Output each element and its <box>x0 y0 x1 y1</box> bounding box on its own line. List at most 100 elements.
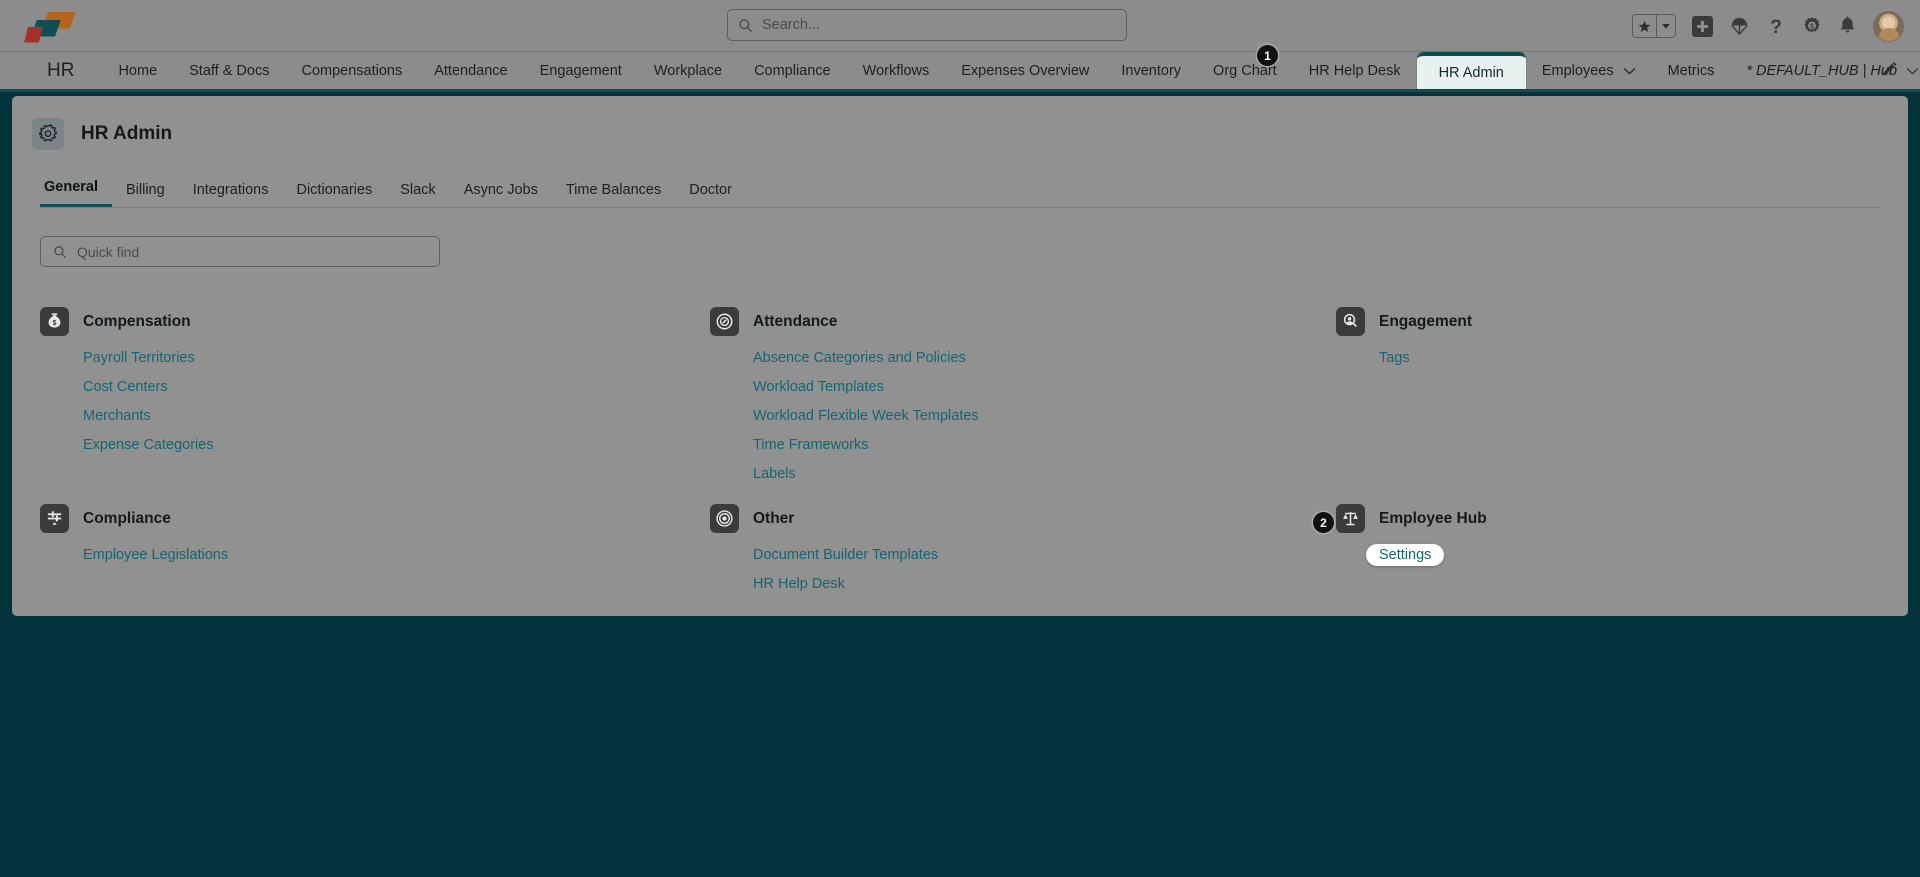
link-workload-templates[interactable]: Workload Templates <box>753 379 884 395</box>
search-icon <box>738 18 753 33</box>
group-header: $ Compensation <box>40 307 710 336</box>
step-badge-2: 2 <box>1313 512 1334 533</box>
tab-time-balances[interactable]: Time Balances <box>552 182 675 207</box>
group-links: Document Builder Templates HR Help Desk <box>753 547 1336 592</box>
link-settings[interactable]: Settings <box>1366 544 1444 566</box>
avatar[interactable] <box>1873 11 1904 42</box>
chevron-down-icon[interactable] <box>1906 67 1919 75</box>
quick-find-input[interactable]: Quick find <box>40 236 440 267</box>
link-hr-help-desk[interactable]: HR Help Desk <box>753 576 845 592</box>
search-person-icon <box>1336 307 1365 336</box>
step-badge-1: 1 <box>1257 45 1278 66</box>
group-attendance: Attendance Absence Categories and Polici… <box>710 293 1336 482</box>
nav-item-org-chart[interactable]: Org Chart <box>1197 52 1293 89</box>
link-payroll-territories[interactable]: Payroll Territories <box>83 350 195 366</box>
page-title: HR Admin <box>81 123 172 145</box>
money-bag-icon: $ <box>40 307 69 336</box>
gear-icon <box>32 118 64 150</box>
group-header: Engagement <box>1336 307 1880 336</box>
group-compliance: Compliance Employee Legislations <box>40 490 710 592</box>
svg-text:$: $ <box>53 319 57 327</box>
tab-dictionaries[interactable]: Dictionaries <box>282 182 386 207</box>
parachute-icon[interactable] <box>1729 16 1750 37</box>
group-links: Absence Categories and Policies Workload… <box>753 350 1336 482</box>
group-engagement: Engagement Tags <box>1336 293 1880 482</box>
link-cost-centers[interactable]: Cost Centers <box>83 379 168 395</box>
tab-slack[interactable]: Slack <box>386 182 449 207</box>
star-icon[interactable] <box>1633 15 1657 37</box>
app-root: Search... ? <box>0 0 1920 877</box>
group-employee-hub: Employee Hub Settings <box>1336 490 1880 592</box>
disc-icon <box>710 504 739 533</box>
nav-item-employees[interactable]: Employees <box>1526 52 1652 89</box>
tab-general[interactable]: General <box>40 179 112 207</box>
group-title: Attendance <box>753 313 837 331</box>
group-title: Employee Hub <box>1379 510 1487 528</box>
nav-item-engagement[interactable]: Engagement <box>524 52 638 89</box>
app-logo[interactable] <box>22 9 76 43</box>
link-absence-categories-and-policies[interactable]: Absence Categories and Policies <box>753 350 966 366</box>
scales-icon <box>1336 504 1365 533</box>
search-icon <box>53 245 67 259</box>
global-search[interactable]: Search... <box>727 9 1127 41</box>
group-links: Tags <box>1379 350 1880 366</box>
group-compensation: $ Compensation Payroll Territories Cost … <box>40 293 710 482</box>
group-header: Other <box>710 504 1336 533</box>
group-header: Compliance <box>40 504 710 533</box>
pencil-icon[interactable] <box>1881 62 1898 79</box>
link-labels[interactable]: Labels <box>753 466 796 482</box>
link-time-frameworks[interactable]: Time Frameworks <box>753 437 868 453</box>
top-bar: Search... ? <box>0 0 1920 52</box>
group-header: Employee Hub <box>1336 504 1880 533</box>
plus-icon[interactable] <box>1692 16 1713 37</box>
nav-item-workflows[interactable]: Workflows <box>847 52 946 89</box>
group-title: Other <box>753 510 794 528</box>
group-other: Other Document Builder Templates HR Help… <box>710 490 1336 592</box>
hub-selector-label: * DEFAULT_HUB | Hub <box>1746 63 1897 79</box>
nav-item-expenses-overview[interactable]: Expenses Overview <box>945 52 1105 89</box>
group-title: Compensation <box>83 313 191 331</box>
nav-item-inventory[interactable]: Inventory <box>1105 52 1197 89</box>
tab-billing[interactable]: Billing <box>112 182 179 207</box>
link-merchants[interactable]: Merchants <box>83 408 151 424</box>
nav-item-employees-label: Employees <box>1542 63 1614 79</box>
svg-text:?: ? <box>1770 17 1782 37</box>
sliders-icon <box>40 504 69 533</box>
nav-item-hr-admin[interactable]: HR Admin <box>1417 52 1526 89</box>
nav-items: Home Staff & Docs Compensations Attendan… <box>102 52 1920 89</box>
nav-item-hr-help-desk[interactable]: HR Help Desk <box>1293 52 1417 89</box>
nav-item-compensations[interactable]: Compensations <box>285 52 418 89</box>
link-workload-flexible-week-templates[interactable]: Workload Flexible Week Templates <box>753 408 979 424</box>
tab-doctor[interactable]: Doctor <box>675 182 746 207</box>
group-header: Attendance <box>710 307 1336 336</box>
link-employee-legislations[interactable]: Employee Legislations <box>83 547 228 563</box>
nav-item-compliance[interactable]: Compliance <box>738 52 847 89</box>
settings-groups: $ Compensation Payroll Territories Cost … <box>40 293 1880 592</box>
svg-text:$: $ <box>1810 22 1814 31</box>
content-card: HR Admin General Billing Integrations Di… <box>12 96 1908 616</box>
apps-grid-icon[interactable] <box>25 62 29 80</box>
group-links: Payroll Territories Cost Centers Merchan… <box>83 350 710 453</box>
tab-async-jobs[interactable]: Async Jobs <box>450 182 552 207</box>
tab-integrations[interactable]: Integrations <box>179 182 283 207</box>
link-tags[interactable]: Tags <box>1379 350 1410 366</box>
nav-item-metrics[interactable]: Metrics <box>1652 52 1731 89</box>
chevron-down-icon[interactable] <box>1623 67 1636 75</box>
nav-item-workplace[interactable]: Workplace <box>638 52 738 89</box>
nav-item-home[interactable]: Home <box>102 52 173 89</box>
help-icon[interactable]: ? <box>1766 15 1786 37</box>
nav-item-staff-and-docs[interactable]: Staff & Docs <box>173 52 285 89</box>
link-expense-categories[interactable]: Expense Categories <box>83 437 214 453</box>
logo-shape-red <box>24 27 43 43</box>
group-title: Engagement <box>1379 313 1472 331</box>
link-document-builder-templates[interactable]: Document Builder Templates <box>753 547 938 563</box>
chevron-down-icon[interactable] <box>1657 15 1675 37</box>
favorites-control[interactable] <box>1632 14 1676 38</box>
group-links: Employee Legislations <box>83 547 710 563</box>
main-nav: HR Home Staff & Docs Compensations Atten… <box>0 52 1920 92</box>
nav-item-attendance[interactable]: Attendance <box>418 52 523 89</box>
brand-label: HR <box>47 60 74 82</box>
bell-icon[interactable] <box>1838 16 1857 36</box>
settings-billing-icon[interactable]: $ <box>1802 16 1822 36</box>
quick-find-placeholder: Quick find <box>77 244 139 260</box>
